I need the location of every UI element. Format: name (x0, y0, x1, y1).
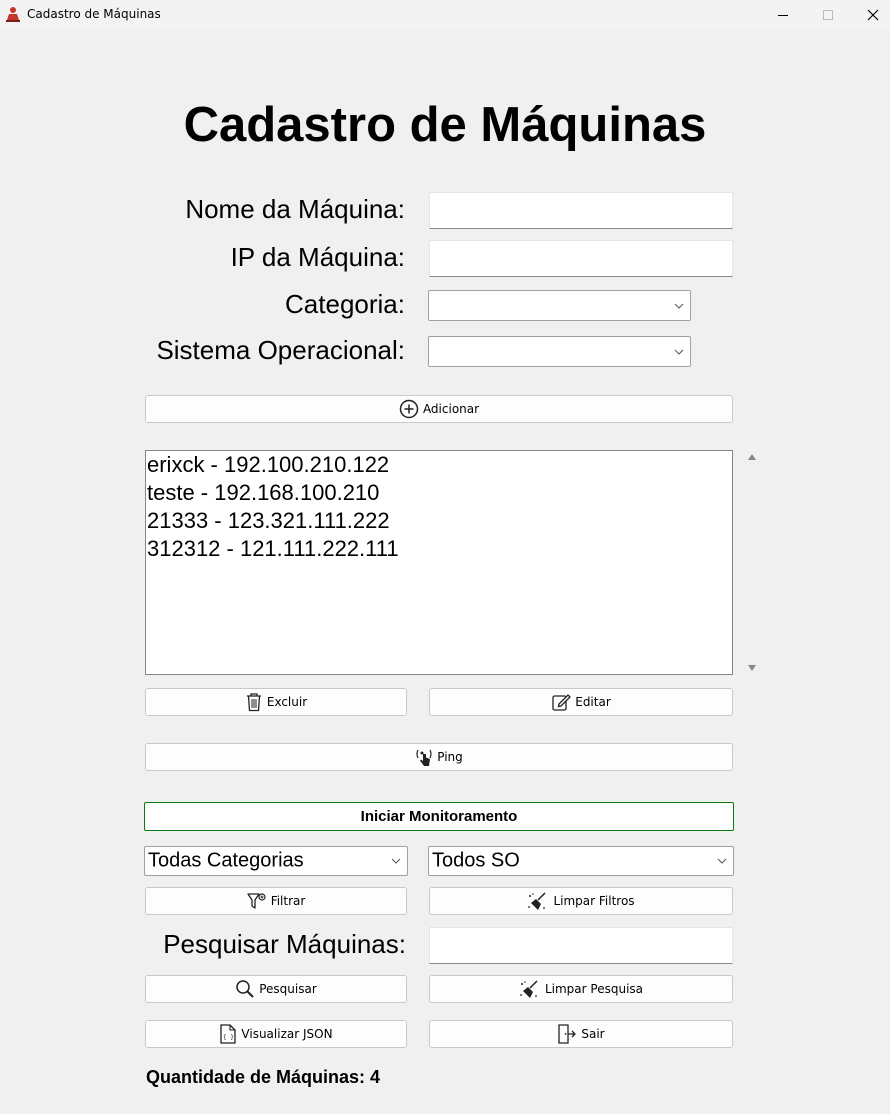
delete-button-label: Excluir (266, 695, 308, 709)
list-scrollbar[interactable] (742, 450, 762, 675)
exit-button[interactable]: Sair (429, 1020, 733, 1048)
exit-button-label: Sair (581, 1027, 605, 1041)
add-button[interactable]: Adicionar (145, 395, 733, 423)
ping-button[interactable]: Ping (145, 743, 733, 771)
clear-filters-button-label: Limpar Filtros (553, 894, 635, 908)
filter-button-label: Filtrar (270, 894, 306, 908)
search-input[interactable] (429, 927, 733, 964)
maximize-button[interactable] (805, 0, 850, 30)
app-icon (6, 7, 20, 22)
filter-button[interactable]: Filtrar (145, 887, 407, 915)
ip-input[interactable] (429, 240, 733, 277)
view-json-button-label: Visualizar JSON (241, 1027, 333, 1041)
edit-button[interactable]: Editar (429, 688, 733, 716)
machine-list[interactable]: erixck - 192.100.210.122 teste - 192.168… (145, 450, 733, 675)
delete-button[interactable]: Excluir (145, 688, 407, 716)
window-titlebar: Cadastro de Máquinas (0, 0, 890, 30)
category-filter-select[interactable]: Todas Categorias (144, 846, 408, 876)
touch-icon (416, 749, 432, 766)
os-label: Sistema Operacional: (156, 335, 405, 365)
chevron-down-icon (717, 858, 727, 864)
category-select[interactable] (428, 290, 691, 321)
exit-door-icon (558, 1024, 577, 1044)
list-item[interactable]: teste - 192.168.100.210 (146, 479, 732, 507)
category-label: Categoria: (285, 289, 405, 319)
search-button-label: Pesquisar (259, 982, 317, 996)
machine-count: Quantidade de Máquinas: 4 (146, 1067, 381, 1087)
chevron-down-icon (674, 349, 684, 355)
start-monitoring-button[interactable]: Iniciar Monitoramento (144, 802, 734, 831)
trash-icon (246, 693, 261, 712)
json-file-icon: { } (220, 1024, 237, 1044)
clear-search-button-label: Limpar Pesquisa (544, 982, 644, 996)
os-filter-value: Todos SO (432, 849, 520, 872)
os-filter-select[interactable]: Todos SO (428, 846, 734, 876)
name-label: Nome da Máquina: (185, 194, 405, 224)
search-button[interactable]: Pesquisar (145, 975, 407, 1003)
svg-text:{ }: { } (223, 1034, 234, 1041)
ip-label: IP da Máquina: (230, 242, 405, 272)
close-button[interactable] (850, 0, 890, 30)
broom-icon (520, 980, 538, 998)
page-title: Cadastro de Máquinas (183, 98, 707, 152)
edit-icon (552, 694, 572, 711)
chevron-down-icon (391, 858, 401, 864)
close-icon (867, 9, 878, 21)
list-item[interactable]: erixck - 192.100.210.122 (146, 451, 732, 479)
os-select[interactable] (428, 336, 691, 367)
plus-circle-icon (399, 399, 419, 419)
broom-icon (528, 892, 546, 910)
clear-search-button[interactable]: Limpar Pesquisa (429, 975, 733, 1003)
minimize-icon (777, 15, 788, 16)
search-label: Pesquisar Máquinas: (163, 929, 406, 959)
maximize-icon (822, 10, 833, 20)
name-input[interactable] (429, 192, 733, 229)
list-item[interactable]: 312312 - 121.111.222.111 (146, 535, 732, 563)
scroll-up-icon[interactable] (748, 454, 756, 460)
ping-button-label: Ping (437, 750, 463, 764)
view-json-button[interactable]: { } Visualizar JSON (145, 1020, 407, 1048)
clear-filters-button[interactable]: Limpar Filtros (429, 887, 733, 915)
minimize-button[interactable] (760, 0, 805, 30)
window-title: Cadastro de Máquinas (27, 7, 161, 21)
search-icon (236, 980, 254, 998)
chevron-down-icon (674, 303, 684, 309)
scroll-down-icon[interactable] (748, 665, 756, 671)
add-button-label: Adicionar (422, 402, 480, 416)
edit-button-label: Editar (575, 695, 611, 709)
category-filter-value: Todas Categorias (148, 849, 304, 872)
list-item[interactable]: 21333 - 123.321.111.222 (146, 507, 732, 535)
filter-icon (247, 893, 266, 909)
